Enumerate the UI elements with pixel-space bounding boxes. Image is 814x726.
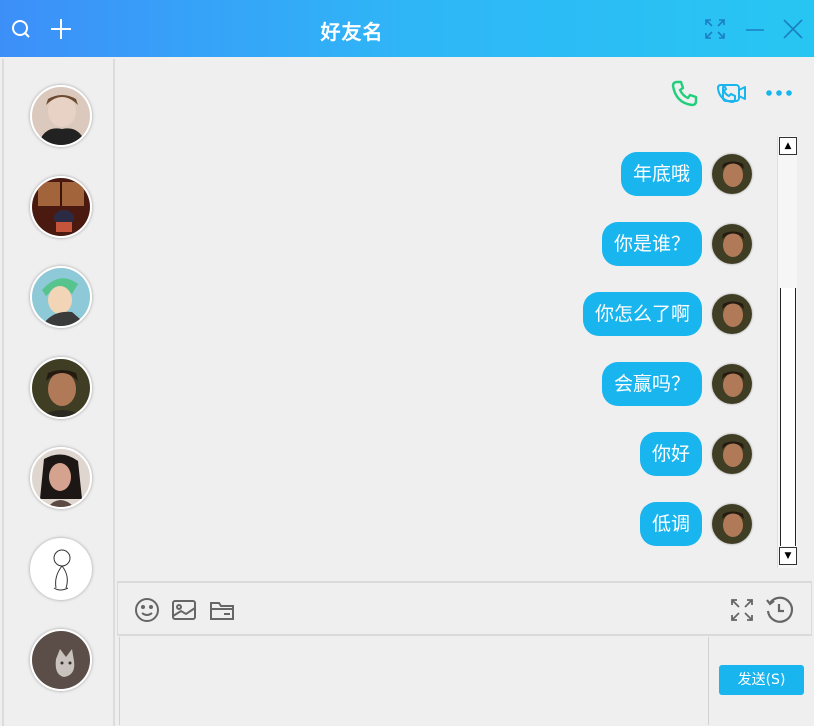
message-row: 会赢吗？: [601, 362, 752, 406]
video-call-icon[interactable]: [715, 77, 747, 109]
expand-icon[interactable]: [727, 595, 757, 625]
message-row: 年底哦: [620, 152, 752, 196]
phone-icon[interactable]: [668, 77, 700, 109]
message-row: 你好: [639, 432, 752, 476]
message-scrollbar[interactable]: ▲ ▼: [777, 136, 797, 568]
sender-avatar[interactable]: [712, 154, 752, 194]
contact-avatar[interactable]: [30, 266, 92, 328]
contact-list: [2, 59, 115, 726]
message-input[interactable]: [119, 637, 709, 725]
title-bar: 好友名: [0, 0, 814, 57]
more-icon[interactable]: [763, 77, 795, 109]
message-row: 低调: [639, 502, 752, 546]
contact-avatar[interactable]: [30, 629, 92, 691]
contact-avatar[interactable]: [30, 538, 92, 600]
contact-avatar[interactable]: [30, 357, 92, 419]
input-toolbar: [117, 581, 812, 636]
chat-panel: 年底哦 你是谁？ 你怎么了啊 会赢吗？ 你好 低调 ▲ ▼ 发送(S): [117, 57, 814, 726]
sender-avatar[interactable]: [712, 504, 752, 544]
scroll-down-icon[interactable]: ▼: [779, 547, 797, 565]
sender-avatar[interactable]: [712, 224, 752, 264]
history-icon[interactable]: [764, 595, 794, 625]
message-bubble[interactable]: 你是谁？: [601, 222, 702, 266]
message-row: 你怎么了啊: [582, 292, 752, 336]
contact-avatar[interactable]: [30, 176, 92, 238]
window-title: 好友名: [320, 20, 384, 44]
message-bubble[interactable]: 低调: [639, 502, 702, 546]
send-button[interactable]: 发送(S): [719, 665, 804, 695]
sender-avatar[interactable]: [712, 294, 752, 334]
contact-avatar[interactable]: [30, 447, 92, 509]
image-icon[interactable]: [169, 595, 199, 625]
contact-avatar[interactable]: [30, 85, 92, 147]
emoji-icon[interactable]: [132, 595, 162, 625]
maximize-icon[interactable]: [700, 14, 730, 44]
sender-avatar[interactable]: [712, 364, 752, 404]
close-icon[interactable]: [778, 14, 808, 44]
message-bubble[interactable]: 你好: [639, 432, 702, 476]
scroll-up-icon[interactable]: ▲: [779, 137, 797, 155]
message-list: 年底哦 你是谁？ 你怎么了啊 会赢吗？ 你好 低调: [117, 135, 777, 635]
message-row: 你是谁？: [601, 222, 752, 266]
sender-avatar[interactable]: [712, 434, 752, 474]
folder-icon[interactable]: [207, 595, 237, 625]
scrollbar-thumb[interactable]: [780, 288, 796, 546]
message-bubble[interactable]: 年底哦: [620, 152, 702, 196]
message-bubble[interactable]: 会赢吗？: [601, 362, 702, 406]
message-bubble[interactable]: 你怎么了啊: [582, 292, 702, 336]
minimize-icon[interactable]: [740, 14, 770, 44]
